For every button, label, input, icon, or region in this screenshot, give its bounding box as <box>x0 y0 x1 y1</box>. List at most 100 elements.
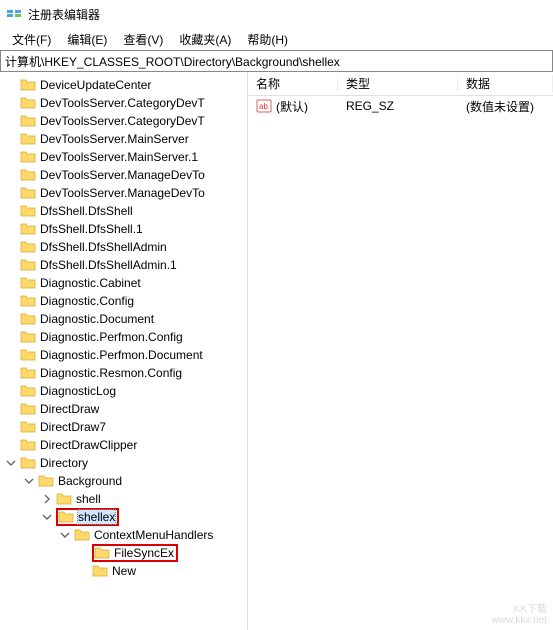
tree-node[interactable]: DfsShell.DfsShellAdmin <box>0 238 247 256</box>
tree-spacer <box>4 366 18 380</box>
tree-node-label[interactable]: DfsShell.DfsShellAdmin <box>40 240 167 254</box>
tree-node-label[interactable]: DevToolsServer.MainServer <box>40 132 189 146</box>
menu-file[interactable]: 文件(F) <box>4 29 59 50</box>
listview-header: 名称 类型 数据 <box>248 72 553 96</box>
tree-node-label[interactable]: DirectDraw <box>40 402 99 416</box>
tree-node[interactable]: Diagnostic.Cabinet <box>0 274 247 292</box>
folder-icon <box>20 330 36 344</box>
folder-icon <box>74 528 90 542</box>
folder-icon <box>20 456 36 470</box>
tree-node-label[interactable]: DfsShell.DfsShell <box>40 204 133 218</box>
value-data: (数值未设置) <box>462 98 553 115</box>
tree-node[interactable]: DeviceUpdateCenter <box>0 76 247 94</box>
listview-pane[interactable]: 名称 类型 数据 ab(默认)REG_SZ(数值未设置) <box>248 72 553 630</box>
tree-node-label[interactable]: Diagnostic.Config <box>40 294 134 308</box>
menu-favorites[interactable]: 收藏夹(A) <box>171 29 239 50</box>
tree-node[interactable]: DfsShell.DfsShell.1 <box>0 220 247 238</box>
tree-node[interactable]: DevToolsServer.ManageDevTo <box>0 166 247 184</box>
chevron-down-icon[interactable] <box>40 510 54 524</box>
tree-node-label[interactable]: DevToolsServer.ManageDevTo <box>40 168 205 182</box>
tree-spacer <box>4 330 18 344</box>
tree-node[interactable]: DevToolsServer.MainServer <box>0 130 247 148</box>
folder-icon <box>20 276 36 290</box>
tree-node[interactable]: Diagnostic.Resmon.Config <box>0 364 247 382</box>
tree-node[interactable]: Diagnostic.Document <box>0 310 247 328</box>
list-row[interactable]: ab(默认)REG_SZ(数值未设置) <box>248 96 553 116</box>
tree-spacer <box>4 312 18 326</box>
tree-node-label[interactable]: shellex <box>78 510 115 524</box>
tree-node-label[interactable]: DfsShell.DfsShellAdmin.1 <box>40 258 177 272</box>
tree-node[interactable]: New <box>0 562 247 580</box>
tree-node[interactable]: shell <box>0 490 247 508</box>
tree-node-label[interactable]: New <box>112 564 136 578</box>
tree-node[interactable]: DiagnosticLog <box>0 382 247 400</box>
chevron-right-icon[interactable] <box>40 492 54 506</box>
menu-view[interactable]: 查看(V) <box>115 29 171 50</box>
tree-node-label[interactable]: ContextMenuHandlers <box>94 528 213 542</box>
tree-node-label[interactable]: Diagnostic.Resmon.Config <box>40 366 182 380</box>
folder-icon <box>20 420 36 434</box>
address-bar[interactable]: 计算机\HKEY_CLASSES_ROOT\Directory\Backgrou… <box>0 50 553 72</box>
folder-icon <box>20 312 36 326</box>
tree-node-label[interactable]: DirectDraw7 <box>40 420 106 434</box>
tree-spacer <box>4 96 18 110</box>
chevron-down-icon[interactable] <box>58 528 72 542</box>
menu-edit[interactable]: 编辑(E) <box>59 29 115 50</box>
tree-spacer <box>4 78 18 92</box>
tree-node[interactable]: Diagnostic.Perfmon.Document <box>0 346 247 364</box>
tree-node-label[interactable]: FileSyncEx <box>114 546 174 560</box>
tree-node-label[interactable]: Diagnostic.Cabinet <box>40 276 141 290</box>
tree-spacer <box>4 438 18 452</box>
tree-spacer <box>4 240 18 254</box>
tree-node[interactable]: FileSyncEx <box>0 544 247 562</box>
chevron-down-icon[interactable] <box>22 474 36 488</box>
tree-node-label[interactable]: DiagnosticLog <box>40 384 116 398</box>
tree-node[interactable]: DevToolsServer.MainServer.1 <box>0 148 247 166</box>
tree-node-label[interactable]: DevToolsServer.CategoryDevT <box>40 96 205 110</box>
tree-node-label[interactable]: shell <box>76 492 101 506</box>
tree-spacer <box>4 132 18 146</box>
folder-icon <box>20 258 36 272</box>
tree-node-label[interactable]: DevToolsServer.CategoryDevT <box>40 114 205 128</box>
watermark: KK下载 www.kkx.net <box>491 600 547 626</box>
tree-node[interactable]: ContextMenuHandlers <box>0 526 247 544</box>
tree-node-label[interactable]: DevToolsServer.MainServer.1 <box>40 150 198 164</box>
column-type[interactable]: 类型 <box>338 75 458 92</box>
tree-node[interactable]: DevToolsServer.CategoryDevT <box>0 94 247 112</box>
tree-pane[interactable]: DeviceUpdateCenter DevToolsServer.Categor… <box>0 72 248 630</box>
tree-node[interactable]: DfsShell.DfsShellAdmin.1 <box>0 256 247 274</box>
tree-node[interactable]: Directory <box>0 454 247 472</box>
tree-node-label[interactable]: DevToolsServer.ManageDevTo <box>40 186 205 200</box>
tree-node-label[interactable]: DeviceUpdateCenter <box>40 78 151 92</box>
tree-node-label[interactable]: Diagnostic.Perfmon.Document <box>40 348 203 362</box>
tree-node[interactable]: DirectDrawClipper <box>0 436 247 454</box>
folder-icon <box>20 132 36 146</box>
menu-help[interactable]: 帮助(H) <box>239 29 296 50</box>
tree-node-label[interactable]: Diagnostic.Document <box>40 312 154 326</box>
tree-node-label[interactable]: Diagnostic.Perfmon.Config <box>40 330 183 344</box>
folder-icon <box>20 366 36 380</box>
tree-node-label[interactable]: DirectDrawClipper <box>40 438 137 452</box>
tree-node[interactable]: Diagnostic.Config <box>0 292 247 310</box>
chevron-down-icon[interactable] <box>4 456 18 470</box>
tree-node-label[interactable]: Background <box>58 474 122 488</box>
menubar: 文件(F) 编辑(E) 查看(V) 收藏夹(A) 帮助(H) <box>0 28 553 50</box>
tree-node-label[interactable]: DfsShell.DfsShell.1 <box>40 222 143 236</box>
folder-icon <box>20 96 36 110</box>
address-path[interactable]: 计算机\HKEY_CLASSES_ROOT\Directory\Backgrou… <box>1 53 552 70</box>
tree-node[interactable]: DevToolsServer.CategoryDevT <box>0 112 247 130</box>
folder-icon <box>20 78 36 92</box>
tree-node[interactable]: DirectDraw <box>0 400 247 418</box>
folder-icon <box>20 222 36 236</box>
tree-node[interactable]: DirectDraw7 <box>0 418 247 436</box>
tree-node[interactable]: DfsShell.DfsShell <box>0 202 247 220</box>
tree-node[interactable]: shellex <box>0 508 247 526</box>
tree-node[interactable]: Diagnostic.Perfmon.Config <box>0 328 247 346</box>
tree-node-label[interactable]: Directory <box>40 456 88 470</box>
tree-spacer <box>4 204 18 218</box>
column-name[interactable]: 名称 <box>248 75 338 92</box>
tree-node[interactable]: Background <box>0 472 247 490</box>
tree-node[interactable]: DevToolsServer.ManageDevTo <box>0 184 247 202</box>
tree-spacer <box>4 168 18 182</box>
column-data[interactable]: 数据 <box>458 75 553 92</box>
